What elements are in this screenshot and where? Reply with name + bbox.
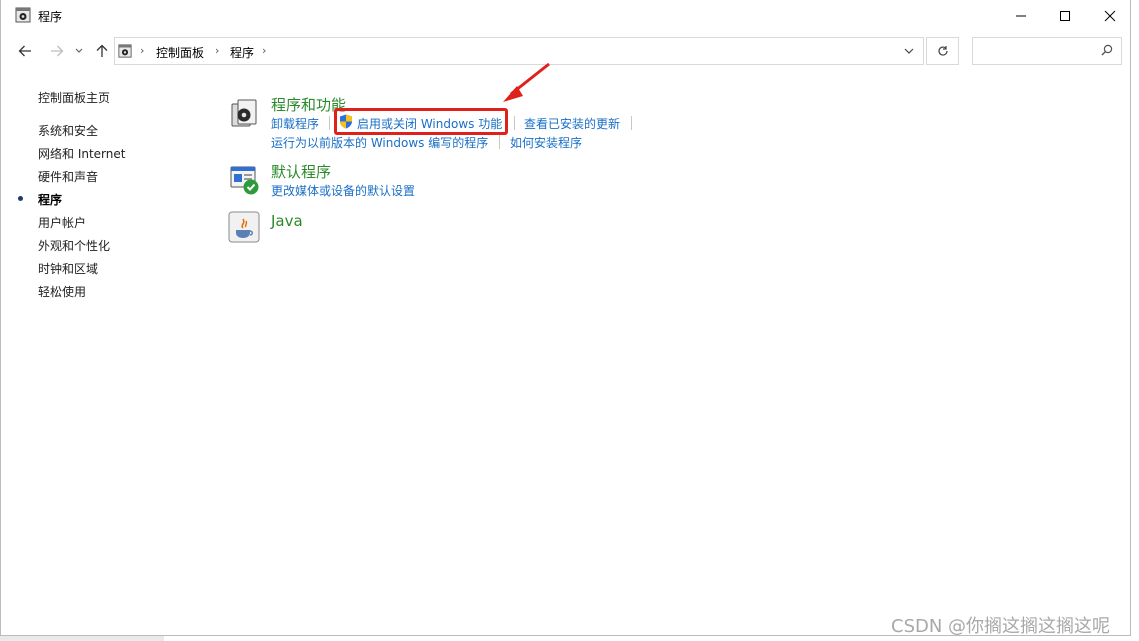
default-programs-title[interactable]: 默认程序	[271, 161, 331, 182]
change-media-defaults-link[interactable]: 更改媒体或设备的默认设置	[271, 182, 415, 199]
run-older-programs-link[interactable]: 运行为以前版本的 Windows 编写的程序	[271, 134, 488, 151]
breadcrumb-separator-icon: ›	[215, 44, 220, 57]
active-item-bullet-icon	[18, 196, 23, 201]
forward-button[interactable]	[46, 40, 68, 62]
arrow-left-icon	[18, 45, 31, 57]
sidebar-item-hardware-sound[interactable]: 硬件和声音	[38, 168, 98, 185]
close-button[interactable]	[1087, 0, 1133, 31]
link-divider	[499, 135, 500, 149]
address-history-button[interactable]	[899, 42, 919, 60]
arrow-right-icon	[51, 45, 64, 57]
breadcrumb-separator-icon: ›	[262, 44, 267, 57]
highlight-annotation-box	[334, 108, 508, 135]
watermark: CSDN @你搁这搁这搁这呢	[891, 616, 1111, 637]
breadcrumb-programs[interactable]: 程序	[230, 44, 254, 61]
control-panel-icon	[15, 7, 31, 23]
sidebar-item-appearance[interactable]: 外观和个性化	[38, 237, 110, 254]
close-icon	[1104, 10, 1116, 21]
sidebar-item-ease-of-access[interactable]: 轻松使用	[38, 283, 86, 300]
sidebar-item-user-accounts[interactable]: 用户帐户	[38, 214, 86, 231]
breadcrumb-separator-icon: ›	[140, 44, 145, 57]
back-button[interactable]	[14, 40, 36, 62]
minimize-button[interactable]	[998, 0, 1044, 31]
link-divider	[329, 116, 330, 130]
up-button[interactable]	[91, 40, 113, 62]
red-arrow-annotation-icon	[503, 62, 550, 102]
arrow-up-icon	[96, 44, 108, 57]
control-panel-window: 程序 › 控制面板 › 程序 › 控制面板主页 系统和安全 网络和 Intern…	[0, 0, 1131, 636]
taskbar-edge	[0, 636, 164, 641]
link-divider	[631, 116, 632, 130]
sidebar-item-network-internet[interactable]: 网络和 Internet	[38, 145, 125, 162]
uninstall-program-link[interactable]: 卸载程序	[271, 115, 319, 132]
default-programs-icon	[230, 166, 259, 195]
chevron-down-icon	[904, 48, 914, 54]
search-icon	[1101, 44, 1113, 56]
search-input[interactable]	[977, 42, 1099, 62]
control-panel-icon	[118, 44, 132, 58]
sidebar-home-link[interactable]: 控制面板主页	[38, 89, 110, 106]
how-to-install-link[interactable]: 如何安装程序	[510, 134, 582, 151]
view-installed-updates-link[interactable]: 查看已安装的更新	[524, 115, 620, 132]
breadcrumb-control-panel[interactable]: 控制面板	[156, 44, 204, 61]
maximize-icon	[1060, 10, 1070, 21]
sidebar-item-programs[interactable]: 程序	[38, 191, 62, 208]
java-icon	[228, 211, 260, 243]
refresh-icon	[937, 46, 948, 56]
navigation-bar: › 控制面板 › 程序 ›	[1, 31, 1130, 71]
recent-locations-button[interactable]	[71, 40, 87, 62]
title-bar: 程序	[1, 0, 1130, 31]
sidebar-item-system-security[interactable]: 系统和安全	[38, 122, 98, 139]
search-box[interactable]	[972, 37, 1122, 65]
window-title: 程序	[38, 10, 63, 24]
refresh-button[interactable]	[926, 37, 959, 65]
chevron-down-icon	[75, 48, 83, 53]
minimize-icon	[1016, 15, 1026, 16]
maximize-button[interactable]	[1042, 0, 1088, 31]
sidebar-item-clock-region[interactable]: 时钟和区域	[38, 260, 98, 277]
link-divider	[514, 116, 515, 130]
java-title[interactable]: Java	[271, 212, 303, 230]
programs-features-icon	[231, 99, 257, 127]
